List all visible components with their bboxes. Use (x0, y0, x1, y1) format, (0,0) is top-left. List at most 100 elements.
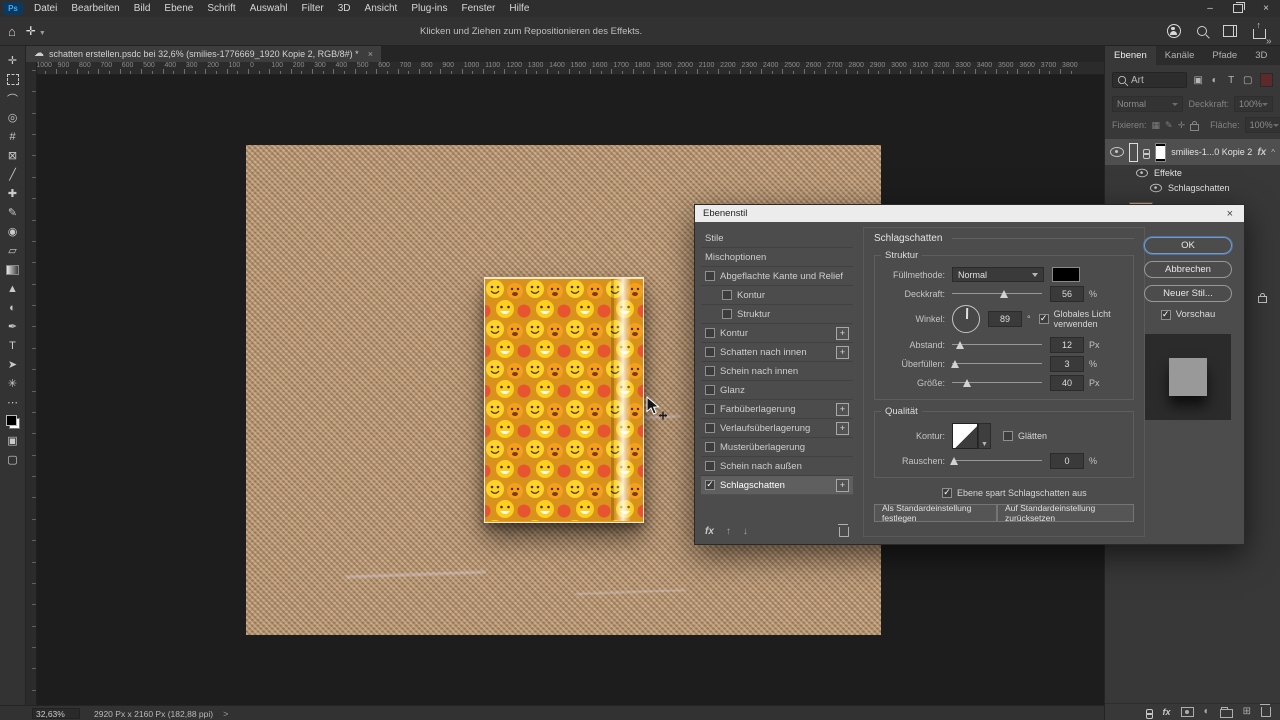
lasso-tool[interactable]: ⌒ (2, 89, 24, 108)
style-checkbox-farb-berlagerung[interactable] (705, 404, 715, 414)
anti-alias-checkbox[interactable] (1003, 431, 1013, 441)
add-adjustment-icon[interactable]: ◐ (1204, 706, 1210, 717)
reset-default-button[interactable]: Auf Standardeinstellung zurücksetzen (996, 503, 1134, 523)
close-button[interactable]: × (1252, 0, 1280, 17)
lock-pixels-icon[interactable]: ✎ (1165, 120, 1173, 131)
menu-datei[interactable]: Datei (27, 0, 64, 17)
style-item-abgeflachte-kante-und-relief[interactable]: Abgeflachte Kante und Relief (701, 267, 853, 286)
minimize-button[interactable]: – (1196, 0, 1224, 17)
share-icon[interactable] (1253, 20, 1266, 39)
tab-close-icon[interactable]: × (368, 49, 373, 59)
foreground-color[interactable] (5, 414, 17, 426)
filter-type-layers-icon[interactable]: T (1225, 75, 1237, 86)
foreground-background-colors[interactable] (2, 412, 24, 431)
make-default-button[interactable]: Als Standardeinstellung festlegen (874, 503, 997, 523)
contour-thumbnail[interactable] (952, 423, 978, 449)
size-value[interactable]: 40 (1050, 374, 1084, 391)
filter-pixel-layers-icon[interactable]: ▣ (1192, 75, 1204, 86)
style-checkbox-muster-berlagerung[interactable] (705, 442, 715, 452)
effects-row[interactable]: Effekte (1105, 165, 1280, 180)
blend-mode-select[interactable]: Normal (952, 267, 1044, 282)
opacity-value[interactable]: 56 (1050, 285, 1084, 302)
blend-mode-select[interactable]: Normal (1112, 96, 1184, 112)
style-checkbox-verlaufs-berlagerung[interactable] (705, 423, 715, 433)
style-item-kontur[interactable]: Kontur (701, 286, 853, 305)
layer-filter-toggle[interactable] (1260, 73, 1274, 87)
angle-dial[interactable] (952, 305, 980, 333)
shadow-color-swatch[interactable] (1052, 267, 1080, 282)
style-checkbox-kontur[interactable] (722, 290, 732, 300)
effect-visibility-icon[interactable] (1150, 183, 1162, 192)
add-instance-icon[interactable]: + (836, 402, 849, 416)
opacity-select[interactable]: 100% (1233, 96, 1273, 112)
menu-schrift[interactable]: Schrift (200, 0, 242, 17)
size-slider[interactable] (952, 377, 1042, 388)
menu-fenster[interactable]: Fenster (454, 0, 502, 17)
style-item-muster-berlagerung[interactable]: Musterüberlagerung (701, 438, 853, 457)
effects-visibility-icon[interactable] (1136, 168, 1148, 177)
panel-tab-ebenen[interactable]: Ebenen (1105, 45, 1156, 65)
crop-tool[interactable]: # (2, 127, 24, 146)
style-checkbox-schein-nach-innen[interactable] (705, 366, 715, 376)
distance-slider[interactable] (952, 339, 1042, 350)
menu-ansicht[interactable]: Ansicht (358, 0, 405, 17)
document-tab[interactable]: ☁ schatten erstellen.psdc bei 32,6% (smi… (26, 45, 381, 62)
style-item-struktur[interactable]: Struktur (701, 305, 853, 324)
rectangular-marquee-tool[interactable] (2, 70, 24, 89)
add-mask-icon[interactable] (1180, 706, 1194, 717)
healing-brush-tool[interactable]: ✚ (2, 184, 24, 203)
style-checkbox-struktur[interactable] (722, 309, 732, 319)
slider-thumb[interactable] (956, 341, 965, 349)
add-instance-icon[interactable]: + (836, 326, 849, 340)
style-item-schlagschatten[interactable]: Schlagschatten + (701, 476, 853, 495)
contour-picker-arrow[interactable]: ▼ (978, 423, 991, 449)
ok-button[interactable]: OK (1144, 237, 1232, 254)
menu-auswahl[interactable]: Auswahl (243, 0, 295, 17)
knockout-checkbox[interactable] (942, 487, 952, 498)
panel-tab-3d[interactable]: 3D (1246, 45, 1276, 65)
layer-search-input[interactable]: Art (1112, 72, 1188, 88)
delete-layer-icon[interactable] (1260, 703, 1271, 717)
path-selection-tool[interactable]: ➤ (2, 355, 24, 374)
menu-3d[interactable]: 3D (331, 0, 358, 17)
quick-mask-mode[interactable]: ▣ (2, 431, 24, 450)
layer-mask-thumbnail[interactable] (1155, 142, 1167, 162)
new-layer-icon[interactable]: ⊞ (1243, 706, 1251, 717)
clone-stamp-tool[interactable]: ◉ (2, 222, 24, 241)
gradient-tool[interactable] (2, 260, 24, 279)
more-tools[interactable]: ⋯ (2, 393, 24, 412)
menu-hilfe[interactable]: Hilfe (502, 0, 536, 17)
lock-position-icon[interactable]: ✛ (1178, 120, 1186, 131)
menu-bearbeiten[interactable]: Bearbeiten (64, 0, 126, 17)
screen-mode[interactable]: ▢ (2, 450, 24, 469)
panel-tab-pfade[interactable]: Pfade (1203, 45, 1246, 65)
slider-thumb[interactable] (949, 457, 958, 465)
noise-slider[interactable] (949, 455, 1042, 466)
spread-slider[interactable] (950, 358, 1042, 369)
new-group-icon[interactable] (1219, 706, 1233, 718)
panel-tab-kan-le[interactable]: Kanäle (1156, 45, 1204, 65)
link-layers-icon[interactable] (1145, 708, 1153, 719)
style-checkbox-schatten-nach-innen[interactable] (705, 347, 715, 357)
move-tool[interactable]: ✛ (2, 51, 24, 70)
home-icon[interactable]: ⌂ (8, 24, 16, 39)
drop-shadow-effect-row[interactable]: Schlagschatten (1105, 180, 1280, 195)
add-instance-icon[interactable]: + (836, 421, 849, 435)
style-checkbox-schein-nach-au-en[interactable] (705, 461, 715, 471)
restore-button[interactable] (1224, 0, 1252, 17)
style-item-stile[interactable]: Stile (701, 229, 853, 248)
distance-value[interactable]: 12 (1050, 336, 1084, 353)
preview-checkbox[interactable] (1160, 309, 1171, 320)
object-selection-tool[interactable]: ◎ (2, 108, 24, 127)
search-icon[interactable] (1197, 26, 1207, 36)
style-item-schein-nach-au-en[interactable]: Schein nach außen (701, 457, 853, 476)
brush-tool[interactable]: ✎ (2, 203, 24, 222)
menu-plug-ins[interactable]: Plug-ins (404, 0, 454, 17)
slider-thumb[interactable] (950, 360, 959, 368)
opacity-slider[interactable] (952, 288, 1042, 299)
slider-thumb[interactable] (1000, 290, 1009, 298)
cancel-button[interactable]: Abbrechen (1144, 261, 1232, 278)
filter-adjustment-layers-icon[interactable]: ◐ (1209, 75, 1221, 86)
layer-row-smilies[interactable]: smilies-1...0 Kopie 2 fx ^ (1105, 139, 1280, 165)
pen-tool[interactable]: ✒ (2, 317, 24, 336)
